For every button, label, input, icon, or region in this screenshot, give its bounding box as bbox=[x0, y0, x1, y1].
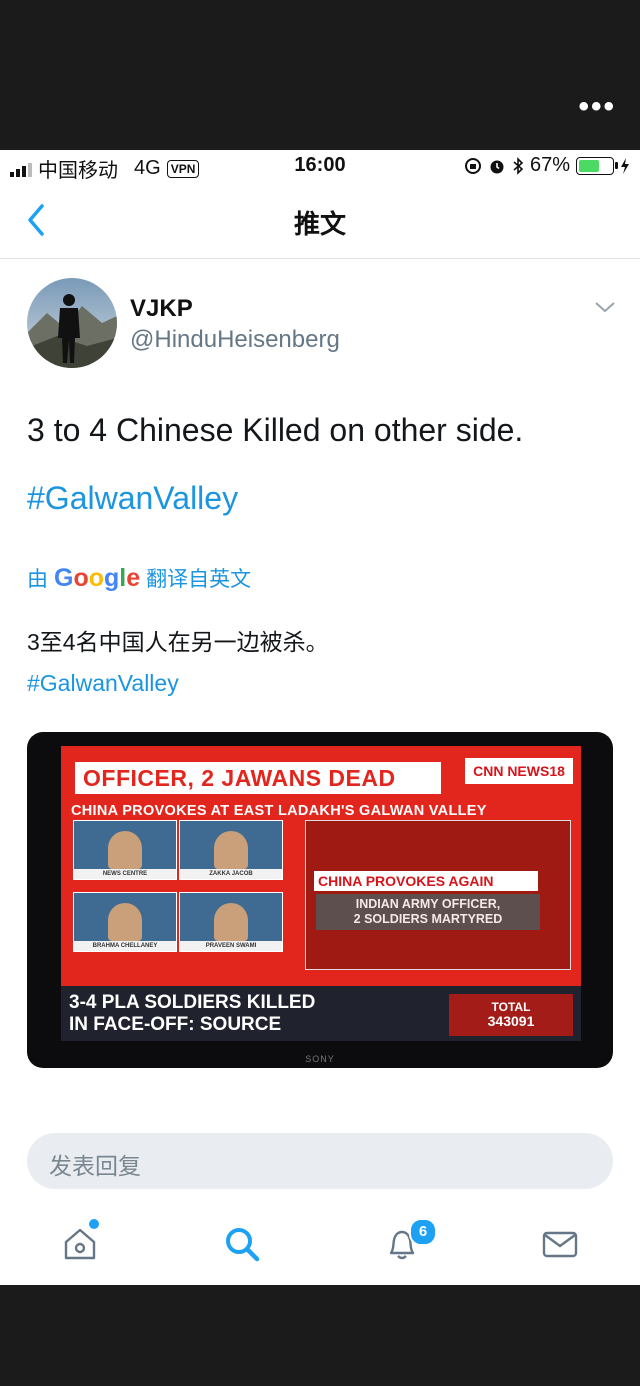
status-bar: 中国移动 4G VPN 16:00 67% bbox=[0, 150, 640, 184]
user-handle[interactable]: @HinduHeisenberg bbox=[130, 326, 340, 354]
translated-hashtag-link[interactable]: #GalwanValley bbox=[27, 670, 179, 697]
charging-icon bbox=[621, 157, 629, 174]
translate-suffix: 翻译自英文 bbox=[146, 568, 252, 591]
top-letterbox: ••• bbox=[0, 0, 640, 150]
bluetooth-icon bbox=[513, 156, 524, 175]
notification-badge: 6 bbox=[409, 1218, 437, 1246]
home-icon[interactable] bbox=[60, 1224, 100, 1264]
messages-mail-icon[interactable] bbox=[540, 1224, 580, 1264]
tweet-text: 3 to 4 Chinese Killed on other side. bbox=[27, 412, 524, 448]
search-icon[interactable] bbox=[222, 1224, 262, 1264]
bottom-letterbox bbox=[0, 1285, 640, 1386]
avatar[interactable] bbox=[27, 278, 117, 368]
panel-anchor: NEWS CENTRE bbox=[73, 820, 177, 880]
battery-icon bbox=[576, 156, 618, 175]
phone-screen: 中国移动 4G VPN 16:00 67% 推文 VJKP @HinduHeis… bbox=[0, 150, 640, 1285]
battery-percent: 67% bbox=[529, 154, 570, 176]
panel-host: ZAKKA JACOB bbox=[179, 820, 283, 880]
reply-placeholder: 发表回复 bbox=[49, 1153, 141, 1179]
reply-input[interactable]: 发表回复 bbox=[27, 1133, 613, 1189]
panel-guest-1: BRAHMA CHELLANEY bbox=[73, 892, 177, 952]
ticker-line-2: IN FACE-OFF: SOURCE bbox=[69, 1014, 282, 1035]
ticker-line-1: 3-4 PLA SOLDIERS KILLED bbox=[69, 992, 316, 1013]
alarm-icon bbox=[490, 160, 504, 173]
rotation-lock-icon bbox=[464, 157, 481, 174]
google-logo: Google bbox=[54, 564, 141, 592]
more-options-icon[interactable]: ••• bbox=[578, 90, 616, 124]
news-subheadline: CHINA PROVOKES AT EAST LADAKH'S GALWAN V… bbox=[71, 803, 487, 819]
news-video-inset: CHINA PROVOKES AGAIN INDIAN ARMY OFFICER… bbox=[305, 820, 571, 970]
translate-prefix: 由 bbox=[27, 568, 48, 591]
video-subtitle: INDIAN ARMY OFFICER, 2 SOLDIERS MARTYRED bbox=[316, 894, 540, 930]
total-counter: TOTAL 343091 bbox=[449, 994, 573, 1036]
tv-brand: SONY bbox=[305, 1054, 335, 1064]
tweet-media-image[interactable]: OFFICER, 2 JAWANS DEAD CNN NEWS18 CHINA … bbox=[27, 732, 613, 1068]
chevron-down-icon[interactable] bbox=[594, 300, 616, 314]
hashtag-link[interactable]: #GalwanValley bbox=[27, 480, 238, 517]
channel-logo: CNN NEWS18 bbox=[465, 758, 573, 784]
translated-text: 3至4名中国人在另一边被杀。 bbox=[27, 629, 329, 655]
translation-attribution[interactable]: 由 Google 翻译自英文 bbox=[27, 563, 251, 593]
home-new-dot bbox=[89, 1219, 99, 1229]
page-title: 推文 bbox=[293, 209, 346, 239]
display-name[interactable]: VJKP bbox=[130, 295, 193, 323]
nav-bar: 推文 bbox=[0, 184, 640, 259]
tv-screen: OFFICER, 2 JAWANS DEAD CNN NEWS18 CHINA … bbox=[61, 746, 581, 1041]
news-ticker: 3-4 PLA SOLDIERS KILLED IN FACE-OFF: SOU… bbox=[61, 986, 581, 1041]
news-headline: OFFICER, 2 JAWANS DEAD bbox=[75, 762, 441, 794]
panel-guest-2: PRAVEEN SWAMI bbox=[179, 892, 283, 952]
video-title: CHINA PROVOKES AGAIN bbox=[314, 871, 538, 891]
